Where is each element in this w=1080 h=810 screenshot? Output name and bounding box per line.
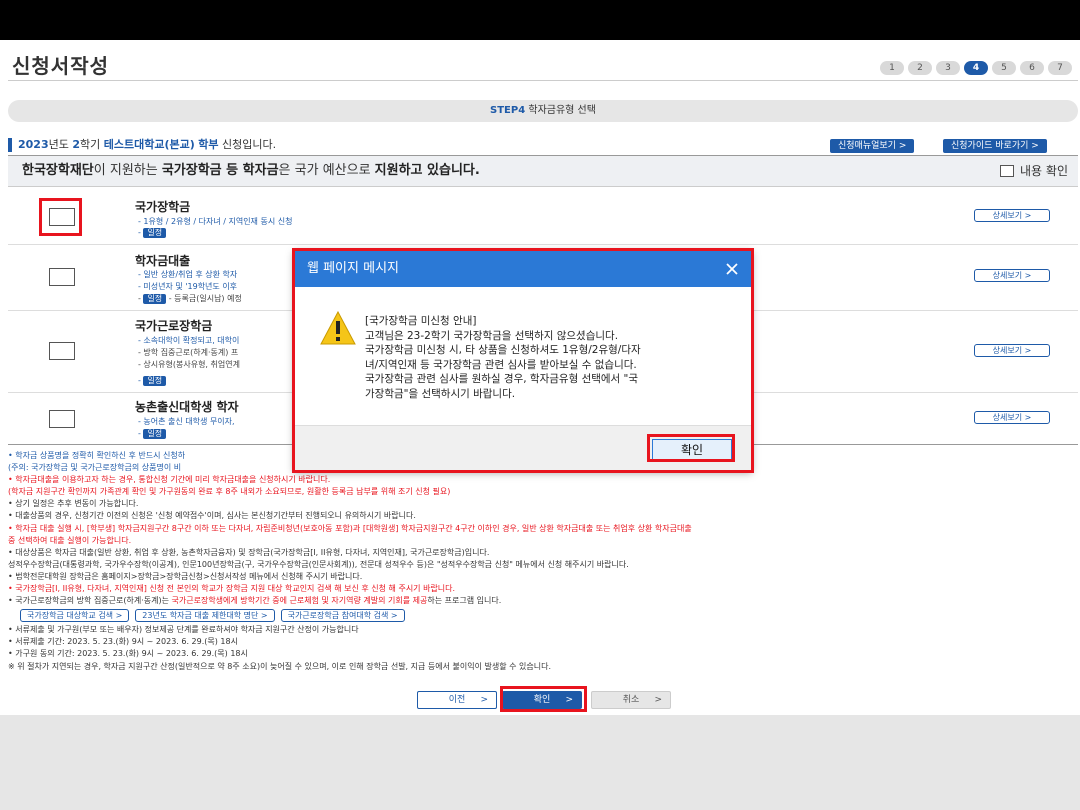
schedule-badge[interactable]: 일정	[143, 294, 167, 304]
schedule-badge[interactable]: 일정	[143, 376, 167, 386]
note-line: • 학자금 대출 실행 시, [학부생] 학자금지원구간 8구간 이하 또는 다…	[8, 523, 692, 533]
rural-loan-checkbox[interactable]	[49, 410, 75, 428]
prev-label: 이전	[448, 695, 466, 705]
step-bar: STEP4 학자금유형 선택	[8, 100, 1078, 122]
notice-scholarship: 국가장학금 등 학자금	[161, 163, 279, 178]
note-line: • 대상상품은 학자금 대출(일반 상환, 취업 후 상환, 농촌학자금융자) …	[8, 547, 490, 557]
link-row: 국가장학금 대상학교 검색 > 23년도 학자금 대출 제한대학 명단 > 국가…	[20, 609, 1078, 623]
detail-button[interactable]: 상세보기 >	[974, 344, 1050, 357]
note-line: • 법학전문대학원 장학금은 홈페이지>장학금>장학금신청>신청서작성 메뉴에서…	[8, 571, 363, 581]
footer-area	[0, 715, 1080, 810]
work-scholarship-checkbox[interactable]	[49, 342, 75, 360]
note-text: 하는 프로그램 입니다.	[427, 596, 502, 606]
school-name: 테스트대학교(본교)	[103, 138, 195, 151]
notice-org: 한국장학재단	[22, 163, 94, 178]
step-5: 5	[992, 61, 1016, 75]
step-6: 6	[1020, 61, 1044, 75]
row-title: 국가장학금	[135, 200, 191, 214]
schedule-badge[interactable]: 일정	[143, 228, 167, 238]
note-line: ※ 위 절차가 지연되는 경우, 학자금 지원구간 산정(일반적으로 약 8주 …	[8, 661, 552, 671]
detail-button[interactable]: 상세보기 >	[974, 269, 1050, 282]
degree: 학부	[198, 138, 219, 151]
note-line: • 가구원 동의 기간: 2023. 5. 23.(화) 9시 ~ 2023. …	[8, 649, 248, 659]
row-title: 학자금대출	[135, 254, 191, 268]
note-line: • 서류제출 및 가구원(부모 또는 배우자) 정보제공 단계를 완료하셔야 학…	[8, 625, 359, 635]
note-line: (학자금 지원구간 확인까지 가족관계 확인 및 가구원동의 완료 후 8주 내…	[8, 487, 451, 497]
content-confirm-label: 내용 확인	[1020, 164, 1068, 178]
funding-notice: 한국장학재단이 지원하는 국가장학금 등 학자금은 국가 예산으로 지원하고 있…	[8, 155, 1078, 187]
row-title: 농촌출신대학생 학자	[135, 400, 239, 414]
step-4-active: 4	[964, 61, 988, 75]
year-suffix: 년도	[48, 138, 69, 151]
note-text-highlight: 국가근로장학생에게 방학기간 중에 근로체험 및 자기역량 계발의 기회를 제공	[171, 596, 428, 606]
step-1: 1	[880, 61, 904, 75]
note-line: 중 선택하여 대출 실행이 가능합니다.	[8, 535, 132, 545]
row-sub: - 소속대학이 확정되고, 대학이	[138, 336, 240, 345]
page-title: 신청서작성	[12, 54, 109, 78]
notice-text-2: 은 국가 예산으로	[278, 163, 375, 178]
note-text: • 국가근로장학금의 방학 집중근로(하계·동계)는	[8, 596, 172, 606]
cancel-label: 취소	[622, 695, 640, 705]
school-search-link[interactable]: 국가장학금 대상학교 검색 >	[20, 609, 130, 623]
notice-text-3: 지원하고 있습니다.	[374, 163, 480, 178]
row-sub: - 상시유형(봉사유형, 취업연계	[138, 360, 240, 369]
note-line: • 상기 일정은 추후 변동이 가능합니다.	[8, 499, 139, 509]
manual-button[interactable]: 신청매뉴얼보기 >	[830, 139, 915, 153]
row-sub: - 등록금(일시납) 예정	[168, 294, 242, 303]
table-row: 국가장학금 - 1유형 / 2유형 / 다자녀 / 지역인재 동시 신청 - 일…	[8, 188, 1078, 245]
note-line: • 국가장학금[I, II유형, 다자녀, 지역인재] 신청 전 본인의 학교가…	[8, 584, 456, 594]
note-line: • 서류제출 기간: 2023. 5. 23.(화) 9시 ~ 2023. 6.…	[8, 637, 238, 647]
schedule-badge[interactable]: 일정	[143, 429, 167, 439]
row-sub: - 농어촌 출신 대학생 무이자,	[138, 417, 235, 426]
row-sub: - 1유형 / 2유형 / 다자녀 / 지역인재 동시 신청	[138, 217, 293, 226]
detail-button[interactable]: 상세보기 >	[974, 411, 1050, 424]
work-school-search-link[interactable]: 국가근로장학금 참여대학 검색 >	[280, 609, 405, 623]
guide-button[interactable]: 신청가이드 바로가기 >	[943, 139, 1047, 153]
step-number: STEP4	[490, 105, 526, 116]
step-2: 2	[908, 61, 932, 75]
arrow-icon: >	[654, 695, 662, 705]
prev-button[interactable]: 이전 >	[417, 691, 497, 709]
title-divider	[8, 80, 1078, 81]
row-sub: - 일반 상환/취업 후 상환 학자	[138, 270, 238, 279]
semester: 2	[72, 138, 81, 151]
cancel-button[interactable]: 취소 >	[591, 691, 671, 709]
restricted-list-link[interactable]: 23년도 학자금 대출 제한대학 명단 >	[135, 609, 275, 623]
step-label: 학자금유형 선택	[528, 105, 596, 116]
row-sub: - 미성년자 및 '19학년도 이후	[138, 282, 238, 291]
row-sub: - 방학 집중근로(하계·동계) 프	[138, 348, 239, 357]
notes-section: • 학자금 상품명을 정확히 확인하신 후 반드시 신청하 (주의: 국가장학금…	[8, 450, 1078, 673]
note-line: • 대출상품의 경우, 신청기간 이전의 신청은 '신청 예약접수'이며, 심사…	[8, 511, 416, 521]
step-indicator: 1 2 3 4 5 6 7	[880, 61, 1072, 75]
note-line: • 학자금대출을 이용하고자 하는 경우, 통합신청 기간에 미리 학자금대출을…	[8, 475, 331, 485]
semester-suffix: 학기	[80, 138, 101, 151]
step-3: 3	[936, 61, 960, 75]
note-line: • 국가근로장학금의 방학 집중근로(하계·동계)는 국가근로장학생에게 방학기…	[8, 595, 1078, 607]
highlight-box-confirm	[500, 686, 587, 712]
highlight-box-checkbox	[39, 198, 82, 236]
content-confirm[interactable]: 내용 확인	[1000, 164, 1068, 178]
step-7: 7	[1048, 61, 1072, 75]
highlight-box-dialog-ok	[647, 434, 735, 462]
year: 2023	[18, 138, 49, 151]
note-line: 성적우수장학금(대통령과학, 국가우수장학(이공계), 인문100년장학금(구,…	[8, 559, 629, 569]
content-confirm-checkbox[interactable]	[1000, 165, 1015, 177]
detail-button[interactable]: 상세보기 >	[974, 209, 1050, 222]
top-black-bar	[0, 0, 1080, 40]
student-loan-checkbox[interactable]	[49, 268, 75, 286]
notice-text-1: 이 지원하는	[93, 163, 162, 178]
school-info: 2023년도 2학기 테스트대학교(본교) 학부 신청입니다.	[8, 138, 276, 152]
row-title: 국가근로장학금	[135, 319, 213, 333]
arrow-icon: >	[480, 695, 488, 705]
school-suffix: 신청입니다.	[222, 138, 277, 151]
